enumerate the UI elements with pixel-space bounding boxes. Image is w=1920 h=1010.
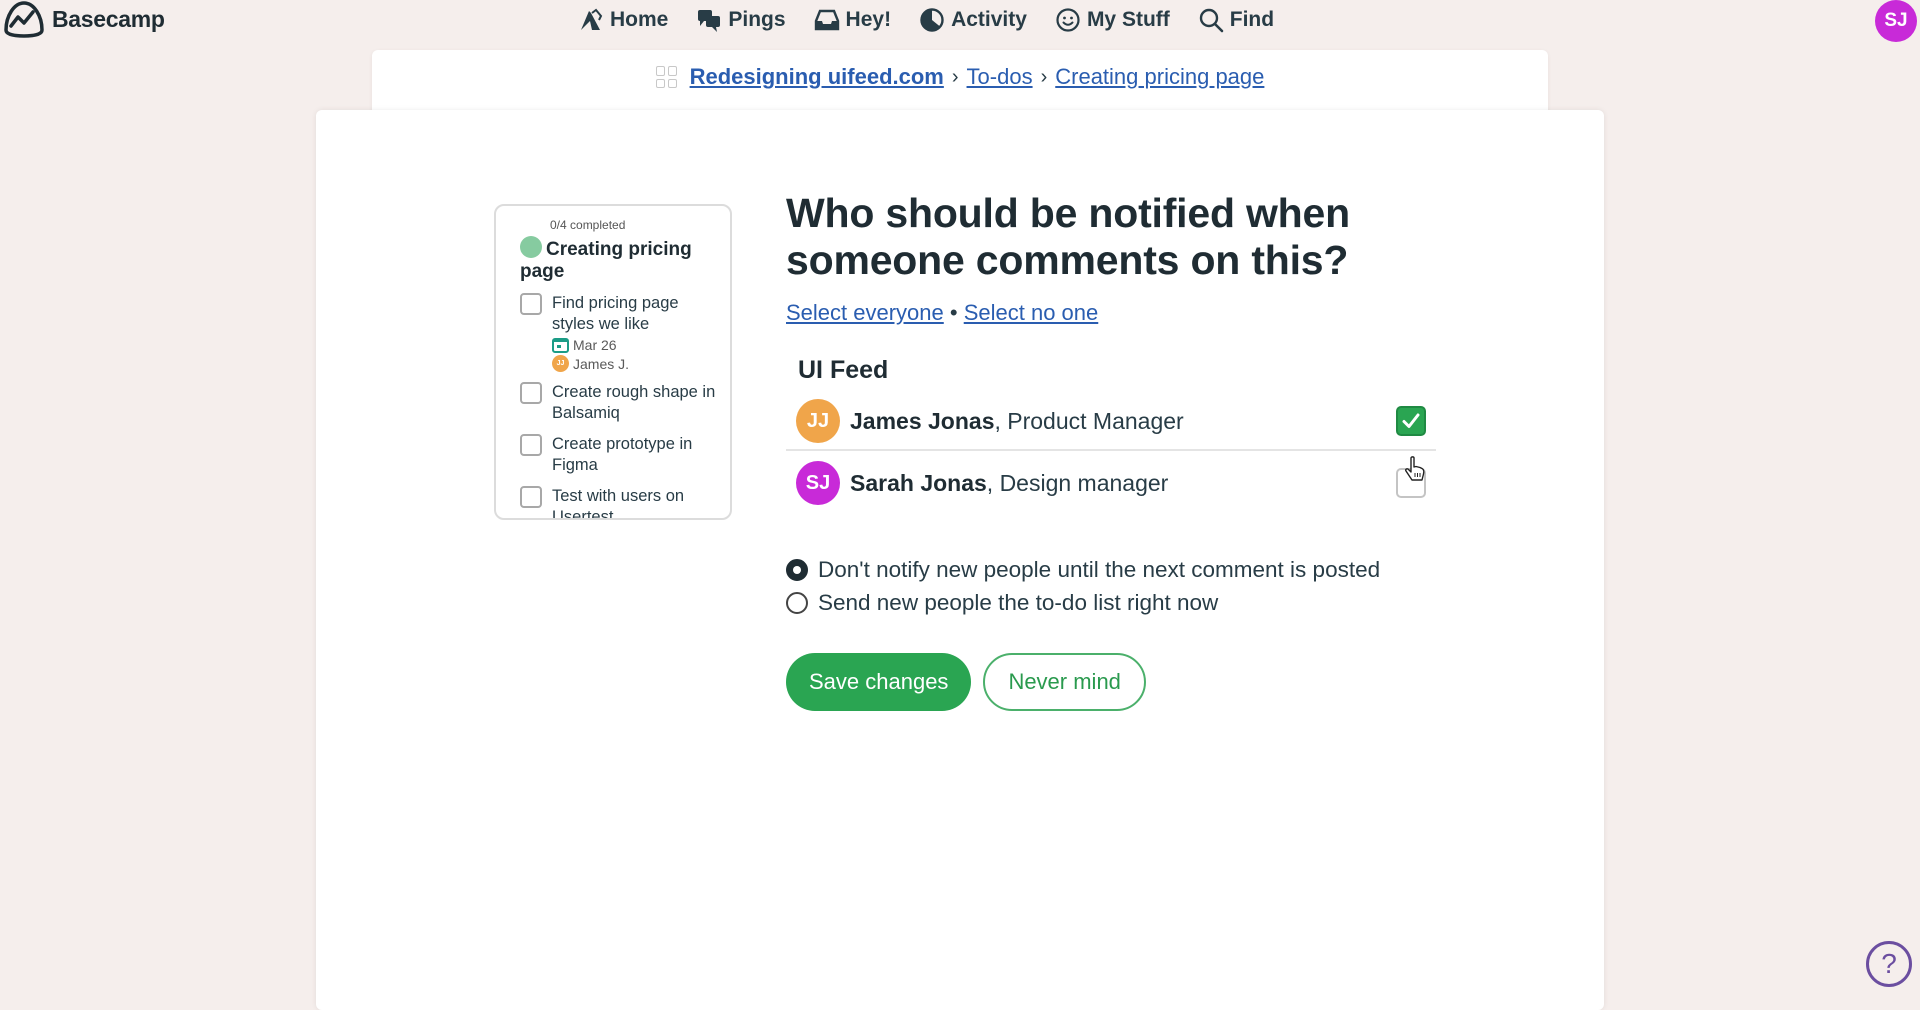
logo-text: Basecamp (52, 5, 165, 32)
todo-item: Create prototype in Figma (520, 434, 716, 476)
radio-button[interactable] (786, 591, 808, 614)
search-icon (1199, 8, 1224, 33)
form-actions: Save changes Never mind (786, 653, 1446, 711)
select-links: Select everyone • Select no one (786, 300, 1446, 326)
hand-cursor-icon (1405, 456, 1425, 481)
nav-my-stuff[interactable]: My Stuff (1055, 7, 1170, 33)
basecamp-logo[interactable]: Basecamp (2, 0, 165, 38)
option-label: Don't notify new people until the next c… (818, 556, 1381, 582)
calendar-icon (552, 337, 569, 353)
basecamp-logo-icon (4, 1, 44, 38)
todo-assignee: JJ James J. (552, 355, 716, 372)
breadcrumb-current-link[interactable]: Creating pricing page (1055, 64, 1264, 90)
person-role: , Design manager (986, 469, 1169, 496)
nav-my-stuff-label: My Stuff (1086, 8, 1170, 31)
person-label: Sarah Jonas, Design manager (850, 470, 1168, 497)
person-role: , Product Manager (994, 407, 1184, 434)
todo-due-date-text: Mar 26 (573, 337, 617, 353)
avatar: JJ (796, 399, 840, 443)
breadcrumb: Redesigning uifeed.com › To-dos › Creati… (372, 64, 1548, 90)
breadcrumb-separator: › (951, 65, 959, 88)
notify-options: Don't notify new people until the next c… (786, 553, 1446, 619)
nav-activity[interactable]: Activity (919, 7, 1027, 33)
person-row[interactable]: SJ Sarah Jonas, Design manager (786, 449, 1436, 511)
breadcrumb-separator: › (1040, 65, 1048, 88)
never-mind-button[interactable]: Never mind (983, 653, 1146, 711)
user-avatar[interactable]: SJ (1875, 0, 1917, 42)
help-button[interactable]: ? (1866, 941, 1912, 987)
progress-dot-icon (520, 236, 542, 258)
nav-hey-label: Hey! (845, 8, 892, 31)
assignee-avatar: JJ (552, 355, 569, 372)
breadcrumb-project-link[interactable]: Redesigning uifeed.com (690, 64, 944, 90)
nav-home-label: Home (610, 8, 669, 31)
breadcrumb-todos-link[interactable]: To-dos (967, 64, 1033, 90)
nav-activity-label: Activity (951, 8, 1027, 31)
person-label: James Jonas, Product Manager (850, 408, 1184, 435)
todo-item: Find pricing page styles we like Mar 26 … (520, 293, 716, 372)
todo-item-text: Find pricing page styles we like (552, 294, 679, 333)
todo-checkbox[interactable] (520, 293, 542, 315)
nav-find-label: Find (1229, 8, 1275, 31)
todo-list-preview: 0/4 completed Creating pricing page Find… (494, 204, 732, 520)
my-stuff-icon (1056, 8, 1080, 32)
option-send-now[interactable]: Send new people the to-do list right now (786, 586, 1446, 619)
todo-item-text: Create prototype in Figma (552, 435, 693, 474)
main-card: 0/4 completed Creating pricing page Find… (316, 110, 1604, 1010)
todo-item: Create rough shape in Balsamiq (520, 382, 716, 424)
top-navigation: Basecamp Home Pings Hey! Activity My Stu… (0, 0, 1920, 42)
person-row[interactable]: JJ James Jonas, Product Manager (786, 393, 1436, 449)
nav-hey[interactable]: Hey! (814, 7, 892, 33)
notify-form: Who should be notified when someone comm… (786, 190, 1446, 711)
activity-icon (920, 8, 944, 32)
person-name: Sarah Jonas (850, 469, 987, 496)
select-no-one-link[interactable]: Select no one (964, 300, 1099, 325)
people-list: JJ James Jonas, Product Manager SJ Sarah… (786, 393, 1436, 511)
todo-list-title: Creating pricing page (520, 236, 716, 283)
project-grid-icon[interactable] (655, 66, 678, 88)
todo-item-text: Test with users on Usertest (552, 487, 685, 520)
todo-checkbox[interactable] (520, 382, 542, 404)
todo-item: Test with users on Usertest (520, 486, 716, 520)
pings-icon (698, 10, 721, 32)
select-separator: • (949, 300, 958, 325)
page-title: Who should be notified when someone comm… (786, 190, 1350, 283)
todo-due-date: Mar 26 (552, 337, 716, 353)
group-label: UI Feed (798, 356, 889, 384)
select-everyone-link[interactable]: Select everyone (786, 300, 944, 325)
nav-pings-label: Pings (728, 8, 786, 31)
nav-home[interactable]: Home (578, 7, 668, 33)
nav-find[interactable]: Find (1198, 7, 1274, 33)
hey-inbox-icon (814, 9, 839, 31)
home-icon (581, 8, 603, 30)
todo-assignee-name: James J. (573, 355, 630, 372)
todo-item-text: Create rough shape in Balsamiq (552, 383, 716, 422)
radio-button[interactable] (786, 558, 808, 581)
nav-pings[interactable]: Pings (696, 7, 786, 33)
todo-checkbox[interactable] (520, 434, 542, 456)
todo-checkbox[interactable] (520, 486, 542, 508)
person-name: James Jonas (850, 407, 995, 434)
person-checkbox[interactable] (1396, 406, 1426, 436)
main-nav: Home Pings Hey! Activity My Stuff Find (578, 0, 1274, 40)
todo-list-title-text: Creating pricing page (520, 239, 692, 282)
save-changes-button[interactable]: Save changes (786, 653, 972, 711)
todo-completed-count: 0/4 completed (550, 218, 626, 232)
option-dont-notify[interactable]: Don't notify new people until the next c… (786, 553, 1446, 586)
avatar: SJ (796, 461, 840, 505)
option-label: Send new people the to-do list right now (818, 589, 1219, 615)
checkmark-icon (1402, 413, 1420, 428)
